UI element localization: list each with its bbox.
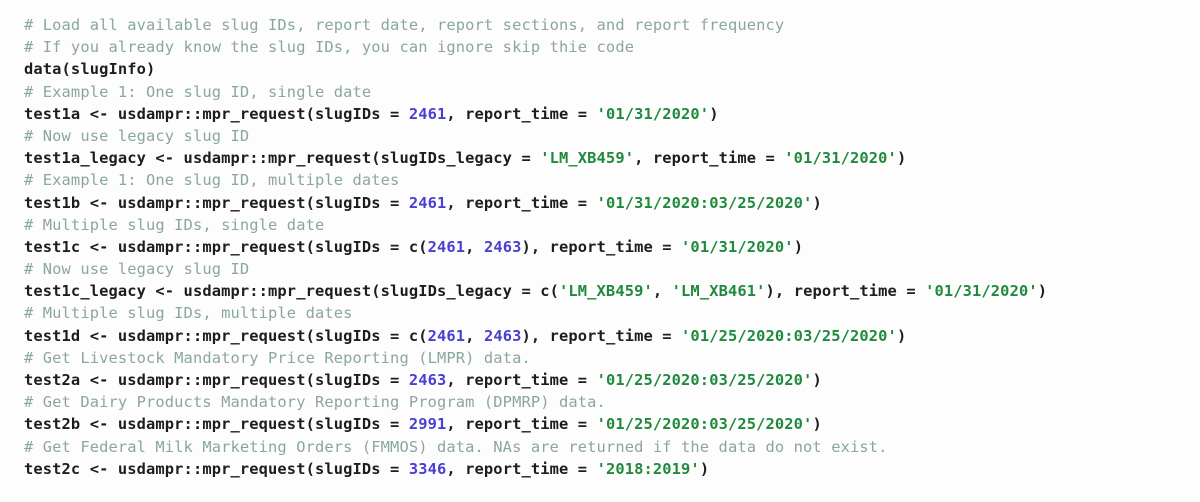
code-editor-pane[interactable]: # Load all available slug IDs, report da… [0, 0, 1200, 502]
code-token-plain: test1a <- usdampr::mpr_request(slugIDs = [24, 104, 409, 123]
code-token-plain: , report_time = [446, 193, 597, 212]
code-token-string: '01/31/2020' [681, 237, 794, 256]
code-token-plain: , [465, 326, 484, 345]
code-statement-line[interactable]: test2b <- usdampr::mpr_request(slugIDs =… [24, 413, 1200, 435]
code-token-string: 'LM_XB461' [671, 282, 766, 301]
code-statement-line[interactable]: test2c <- usdampr::mpr_request(slugIDs =… [24, 458, 1200, 480]
code-token-plain: test1c <- usdampr::mpr_request(slugIDs =… [24, 237, 428, 256]
code-statement-line[interactable]: test2a <- usdampr::mpr_request(slugIDs =… [24, 369, 1200, 391]
code-comment-line[interactable]: # Multiple slug IDs, multiple dates [24, 302, 1200, 324]
code-token-number: 2463 [483, 237, 522, 256]
code-token-string: '01/25/2020:03/25/2020' [681, 326, 897, 345]
code-statement-line[interactable]: test1b <- usdampr::mpr_request(slugIDs =… [24, 192, 1200, 214]
code-token-plain: ) [812, 193, 822, 212]
code-token-string: '01/31/2020' [596, 104, 710, 123]
code-statement-line[interactable]: test1c_legacy <- usdampr::mpr_request(sl… [24, 280, 1200, 302]
code-statement-line[interactable]: test1a_legacy <- usdampr::mpr_request(sl… [24, 147, 1200, 169]
code-statement-line[interactable]: data(slugInfo) [24, 58, 1200, 80]
code-token-plain: ) [793, 237, 804, 256]
code-statement-line[interactable]: test1a <- usdampr::mpr_request(slugIDs =… [24, 103, 1200, 125]
code-token-number: 2463 [483, 326, 522, 345]
code-comment-line[interactable]: # Get Livestock Mandatory Price Reportin… [24, 347, 1200, 369]
code-token-plain: , [465, 237, 484, 256]
code-comment-line[interactable]: # Now use legacy slug ID [24, 258, 1200, 280]
code-token-number: 2461 [408, 193, 447, 212]
code-token-string: 'LM_XB459' [559, 282, 653, 301]
code-token-plain: test1a_legacy <- usdampr::mpr_request(sl… [24, 149, 541, 168]
code-token-string: '01/25/2020:03/25/2020' [596, 371, 813, 389]
code-comment-line[interactable]: # Example 1: One slug ID, single date [24, 81, 1200, 103]
code-token-number: 2463 [408, 371, 447, 389]
code-token-plain: test1d <- usdampr::mpr_request(slugIDs =… [24, 326, 428, 345]
code-token-plain: ) [812, 415, 822, 434]
code-token-plain: ) [1037, 282, 1048, 301]
code-token-plain: , report_time = [446, 415, 597, 434]
code-token-plain: ) [812, 371, 822, 389]
code-token-plain: ) [896, 149, 907, 168]
code-token-plain: ) [896, 326, 907, 345]
code-comment-line[interactable]: # Get Dairy Products Mandatory Reporting… [24, 391, 1200, 413]
code-token-plain: , report_time = [634, 149, 785, 168]
code-token-plain: test2c <- usdampr::mpr_request(slugIDs = [24, 459, 409, 478]
code-token-plain: test1c_legacy <- usdampr::mpr_request(sl… [24, 282, 559, 301]
code-token-string: '01/31/2020' [784, 149, 897, 168]
code-token-number: 2461 [408, 104, 447, 123]
code-token-number: 2991 [408, 415, 447, 434]
code-token-string: '01/31/2020' [925, 282, 1038, 301]
code-token-number: 3346 [408, 459, 447, 478]
code-comment-line[interactable]: # If you already know the slug IDs, you … [24, 36, 1200, 58]
code-token-plain: ) [699, 459, 710, 478]
code-comment-line[interactable]: # Load all available slug IDs, report da… [24, 14, 1200, 36]
code-statement-line[interactable]: test1d <- usdampr::mpr_request(slugIDs =… [24, 325, 1200, 347]
code-token-string: 'LM_XB459' [540, 149, 635, 168]
code-token-plain: ), report_time = [521, 237, 682, 256]
code-token-string: '01/31/2020:03/25/2020' [596, 193, 813, 212]
code-comment-line[interactable]: # Multiple slug IDs, single date [24, 214, 1200, 236]
code-token-plain: , report_time = [446, 371, 597, 389]
code-token-plain: , report_time = [446, 459, 597, 478]
code-token-plain: test2b <- usdampr::mpr_request(slugIDs = [24, 415, 409, 434]
code-token-plain: ) [709, 104, 719, 123]
code-token-plain: test2a <- usdampr::mpr_request(slugIDs = [24, 371, 409, 389]
code-comment-line[interactable]: # Get Federal Milk Marketing Orders (FMM… [24, 436, 1200, 458]
code-statement-line[interactable]: test1c <- usdampr::mpr_request(slugIDs =… [24, 236, 1200, 258]
code-token-plain: test1b <- usdampr::mpr_request(slugIDs = [24, 193, 409, 212]
code-token-string: '01/25/2020:03/25/2020' [596, 415, 813, 434]
code-token-number: 2461 [427, 326, 466, 345]
code-comment-line[interactable]: # Now use legacy slug ID [24, 125, 1200, 147]
code-token-plain: , [652, 282, 672, 301]
code-token-plain: ), report_time = [765, 282, 926, 301]
code-token-string: '2018:2019' [596, 459, 700, 478]
code-listing[interactable]: # Load all available slug IDs, report da… [24, 14, 1200, 480]
code-token-number: 2461 [427, 237, 466, 256]
code-token-plain: , report_time = [446, 104, 597, 123]
code-token-plain: data(slugInfo) [24, 60, 156, 79]
code-comment-line[interactable]: # Example 1: One slug ID, multiple dates [24, 169, 1200, 191]
code-token-plain: ), report_time = [521, 326, 682, 345]
